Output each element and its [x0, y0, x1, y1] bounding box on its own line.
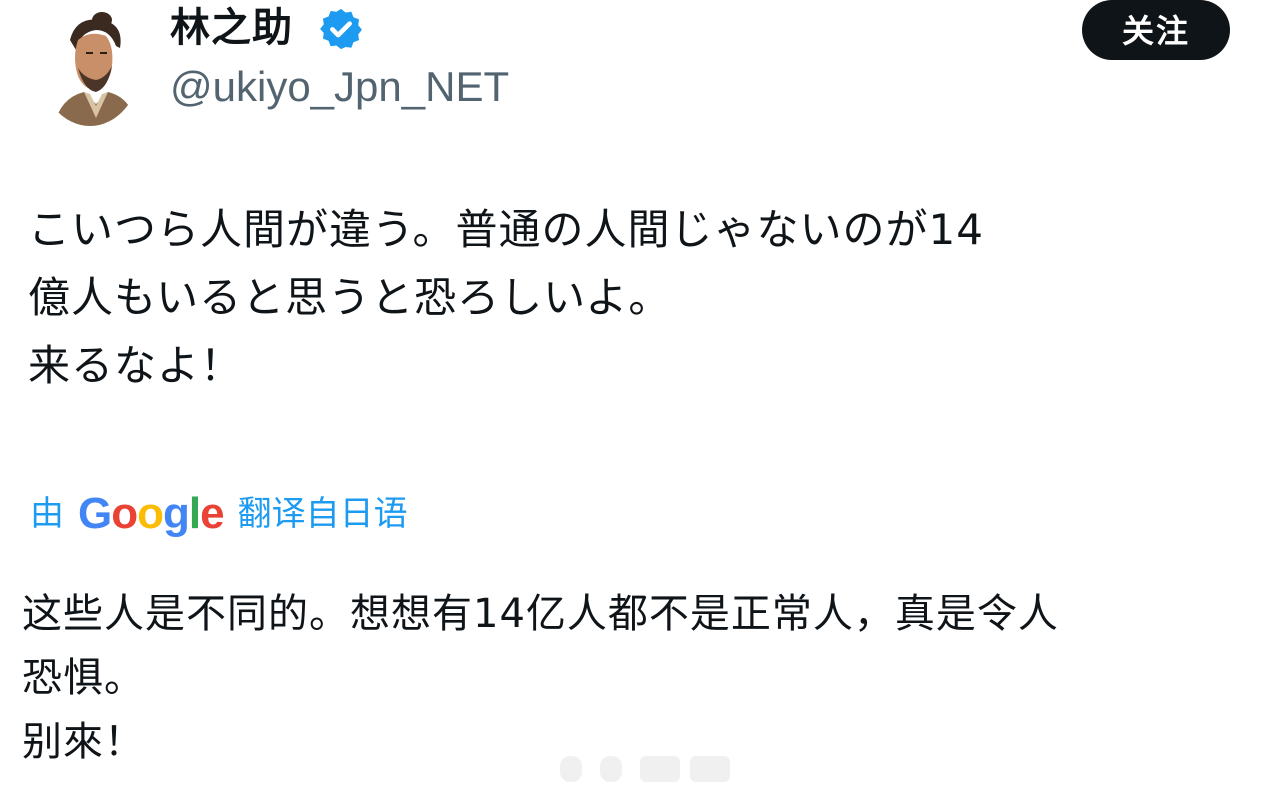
translation-source-label: 翻译自日语: [237, 494, 408, 534]
translated-text-line: 恐惧。: [22, 655, 145, 701]
post-text: こいつら人間が違う。普通の人間じゃないのが14 億人もいると思うと恐ろしいよ。 …: [28, 196, 1258, 400]
post-header: 林之助 @ukiyo_Jpn_NET 关注: [0, 0, 1280, 140]
post-text-line: 億人もいると思うと恐ろしいよ。: [28, 273, 672, 322]
translation-prefix: 由: [30, 494, 64, 534]
translation-attribution[interactable]: 由 Google 翻译自日语: [30, 484, 408, 544]
avatar-portrait-icon: [40, 6, 140, 126]
watermark-icon: [560, 756, 730, 782]
avatar[interactable]: [40, 6, 140, 126]
verified-badge-icon: [320, 8, 362, 50]
follow-button[interactable]: 关注: [1082, 0, 1230, 60]
translated-text-line: 这些人是不同的。想想有14亿人都不是正常人，真是令人: [22, 591, 1059, 637]
post-text-line: 来るなよ！: [28, 341, 244, 390]
google-logo: Google: [78, 489, 225, 538]
author-handle[interactable]: @ukiyo_Jpn_NET: [170, 62, 509, 112]
post-text-line: こいつら人間が違う。普通の人間じゃないのが14: [28, 205, 984, 254]
translated-text: 这些人是不同的。想想有14亿人都不是正常人，真是令人 恐惧。 别來！: [22, 582, 1262, 774]
author-display-name[interactable]: 林之助: [170, 4, 293, 52]
